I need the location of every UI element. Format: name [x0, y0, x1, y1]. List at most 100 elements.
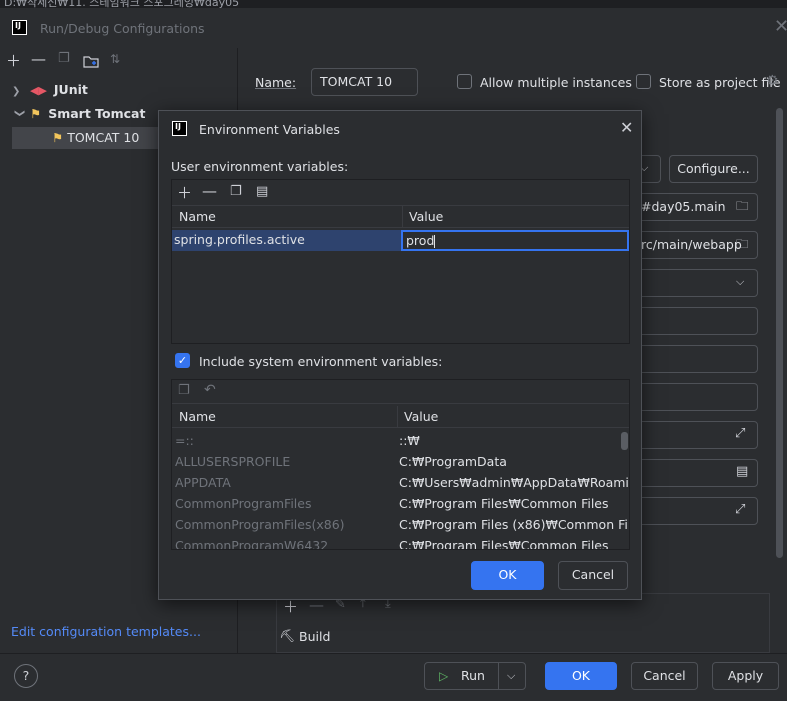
column-header-value[interactable]: Value [409, 206, 443, 228]
dialog-ok-button[interactable]: OK [471, 561, 544, 590]
folder-icon[interactable]: 🗀 [736, 197, 749, 218]
window-close-icon[interactable]: ✕ [774, 16, 787, 37]
tree-item-label: Smart Tomcat [48, 106, 146, 121]
column-header-value[interactable]: Value [404, 406, 438, 428]
tomcat-icon: ⚑ [29, 106, 42, 121]
tree-item-junit[interactable]: ❯ ◀▶ JUnit [12, 79, 238, 101]
scrollbar-thumb[interactable] [776, 108, 783, 558]
copy-icon[interactable]: ❐ [178, 383, 190, 398]
allow-multiple-instances-label: Allow multiple instances [480, 75, 632, 90]
system-variable-value: C:₩Program Files₩Common Files [399, 538, 609, 550]
edit-list-icon[interactable]: ▤ [736, 464, 748, 479]
environment-variables-dialog: IJ Environment Variables ✕ User environm… [158, 110, 642, 600]
undo-icon[interactable]: ↶ [204, 382, 216, 398]
table-row[interactable]: CommonProgramW6432 C:₩Program Files₩Commo… [172, 535, 620, 550]
table-row[interactable]: CommonProgramFiles C:₩Program Files₩Commo… [172, 493, 620, 514]
system-variable-name: CommonProgramW6432 [175, 538, 329, 550]
gear-icon[interactable]: ⚙ [766, 73, 779, 89]
variable-value-input[interactable]: prod [401, 230, 629, 251]
system-table-header: Name Value [172, 406, 629, 428]
add-configuration-icon[interactable]: ＋ [6, 50, 21, 71]
tree-item-label: JUnit [53, 82, 88, 97]
cancel-button[interactable]: Cancel [631, 662, 698, 690]
variable-value-text: prod [406, 233, 435, 248]
apply-button[interactable]: Apply [712, 662, 779, 690]
environment-variables-input[interactable]: ▤ [634, 459, 758, 487]
use-classpath-dropdown[interactable]: ⌵ [634, 269, 758, 297]
copy-configuration-icon[interactable]: ❐ [58, 51, 70, 66]
context-path-input[interactable] [634, 307, 758, 335]
name-input[interactable]: TOMCAT 10 [311, 68, 418, 96]
new-folder-icon[interactable] [83, 54, 99, 68]
user-variables-table: ＋ — ❐ ▤ Name Value spring.profiles.activ… [171, 179, 630, 344]
scrollbar-thumb[interactable] [621, 432, 628, 450]
user-variables-label: User environment variables: [171, 159, 349, 174]
system-variable-name: CommonProgramFiles [175, 496, 312, 511]
extra-classpath-input[interactable]: ⤢ [634, 497, 758, 525]
dialog-cancel-button[interactable]: Cancel [558, 561, 628, 590]
window-title: Run/Debug Configurations [40, 21, 205, 36]
server-port-input[interactable] [634, 345, 758, 373]
intellij-logo-icon: IJ [12, 20, 27, 35]
paste-icon[interactable]: ▤ [256, 184, 268, 199]
remove-configuration-icon[interactable]: — [31, 50, 46, 68]
variable-name-cell[interactable]: spring.profiles.active [174, 232, 305, 247]
system-variable-value: C:₩Users₩admin₩AppData₩Roaming [399, 475, 630, 490]
table-row[interactable]: =::::₩ [172, 430, 620, 451]
column-divider [402, 206, 403, 228]
column-header-name[interactable]: Name [179, 406, 216, 428]
before-launch-panel: ＋ — ✎ ⤒ ⤓ ⛏ Build [276, 593, 770, 653]
chevron-right-icon[interactable]: ❯ [12, 81, 26, 103]
build-task-label: Build [299, 629, 331, 644]
name-label: Name: [255, 75, 297, 90]
build-icon: ⛏ [279, 628, 295, 643]
admin-port-input[interactable] [634, 383, 758, 411]
split-divider [498, 663, 499, 689]
sort-icon[interactable]: ⇅ [110, 52, 120, 66]
catalina-base-field[interactable]: #day05.main 🗀 [634, 193, 758, 221]
intellij-logo-icon: IJ [172, 121, 187, 136]
column-header-name[interactable]: Name [179, 206, 216, 228]
include-system-variables-checkbox[interactable]: ✓ [175, 353, 190, 368]
system-variable-value: C:₩Program Files₩Common Files [399, 496, 609, 511]
table-row[interactable]: APPDATA C:₩Users₩admin₩AppData₩Roaming [172, 472, 629, 493]
system-variable-value: C:₩ProgramData [399, 454, 507, 469]
dialog-button-bar: ? ▷ Run ⌵ OK Cancel Apply [0, 653, 787, 701]
copy-icon[interactable]: ❐ [230, 184, 242, 199]
chevron-down-icon[interactable]: ❯ [8, 109, 30, 123]
table-row[interactable]: CommonProgramFiles(x86) C:₩Program Files … [172, 514, 629, 535]
folder-icon[interactable]: 🗀 [736, 235, 749, 256]
include-system-variables-label: Include system environment variables: [199, 354, 443, 369]
system-variable-name: CommonProgramFiles(x86) [175, 517, 345, 532]
catalina-base-value: #day05.main [641, 199, 726, 214]
store-as-project-file-label: Store as project file [659, 75, 781, 90]
help-button[interactable]: ? [14, 664, 38, 688]
vm-options-input[interactable]: ⤢ [634, 421, 758, 449]
dialog-close-icon[interactable]: ✕ [620, 118, 633, 137]
chevron-down-icon: ⌵ [736, 275, 745, 288]
table-row[interactable]: ALLUSERSPROFILE C:₩ProgramData [172, 451, 620, 472]
allow-multiple-instances-checkbox[interactable] [457, 74, 472, 89]
expand-icon[interactable]: ⤢ [735, 426, 745, 441]
user-table-toolbar: ＋ — ❐ ▤ [172, 180, 629, 206]
user-table-row[interactable]: spring.profiles.active prod [172, 230, 629, 251]
system-variable-value: C:₩Program Files (x86)₩Common Files [399, 517, 630, 532]
system-variable-name: ALLUSERSPROFILE [175, 454, 291, 469]
run-button-group[interactable]: ▷ Run ⌵ [424, 662, 526, 690]
deployment-directory-field[interactable]: rc/main/webapp 🗀 [634, 231, 758, 259]
run-icon: ▷ [439, 669, 449, 683]
tomcat-icon: ⚑ [52, 130, 64, 145]
expand-icon[interactable]: ⤢ [735, 502, 745, 517]
deployment-directory-value: rc/main/webapp [641, 237, 742, 252]
tree-item-label: TOMCAT 10 [67, 130, 140, 145]
remove-variable-icon[interactable]: — [202, 182, 217, 200]
add-variable-icon[interactable]: ＋ [177, 182, 192, 203]
configure-button[interactable]: Configure... [669, 155, 758, 183]
store-as-project-file-checkbox[interactable] [636, 74, 651, 89]
chevron-down-icon[interactable]: ⌵ [507, 663, 515, 689]
text-caret [434, 235, 436, 248]
junit-icon: ◀▶ [29, 84, 47, 97]
edit-configuration-templates-link[interactable]: Edit configuration templates... [11, 624, 201, 639]
system-variable-name: APPDATA [175, 475, 231, 490]
ok-button[interactable]: OK [545, 662, 617, 690]
